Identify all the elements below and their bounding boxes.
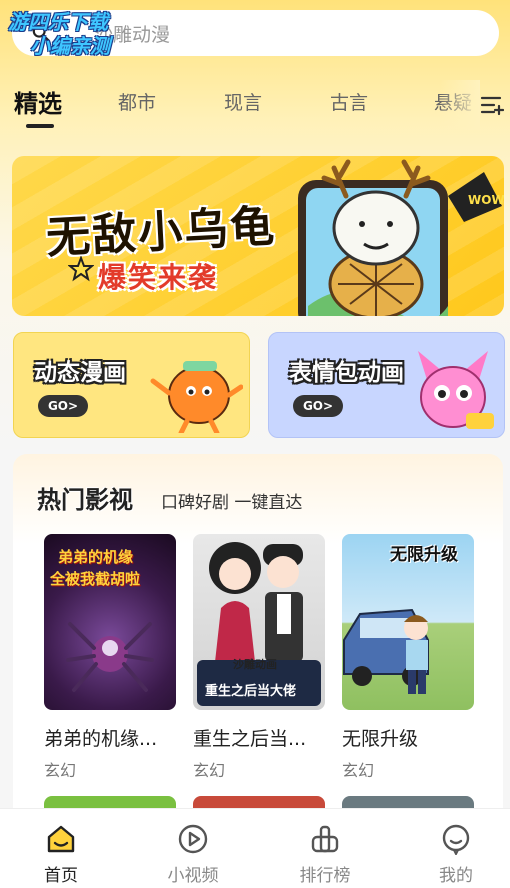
bottom-navigation: 首页 小视频 排行榜 我的 (0, 808, 510, 888)
category-card-title: 表情包动画 (289, 360, 404, 386)
home-icon (47, 825, 75, 853)
tab-indicator (26, 124, 54, 128)
book-genre: 玄幻 (44, 761, 77, 780)
go-button[interactable]: GO> (293, 395, 343, 417)
book-card[interactable]: 沙雕动画 重生之后当大佬 重生之后当... 玄幻 (193, 534, 325, 781)
tab-modern-romance[interactable]: 现言 (224, 88, 262, 115)
nav-label: 首页 (44, 866, 78, 886)
banner-subtitle: 爆笑来袭 (98, 261, 219, 294)
cover-text: 沙雕动画 (233, 658, 277, 671)
couple-illustration (209, 542, 303, 662)
book-genre: 玄幻 (193, 761, 226, 780)
cover-text: 无限升级 (390, 545, 458, 565)
category-card-meme-animation[interactable]: 表情包动画 GO> (268, 332, 505, 438)
book-cover[interactable]: 无限升级 (342, 534, 474, 710)
nav-ranking[interactable]: 排行榜 (285, 809, 365, 888)
nav-home[interactable]: 首页 (21, 809, 101, 888)
category-card-title: 动态漫画 (34, 360, 126, 386)
star-icon (68, 256, 94, 282)
hot-section: 热门影视 口碑好剧 一键直达 弟弟的机缘 全被我截胡啦 弟弟的机缘... 玄幻 (13, 454, 503, 834)
cover-text: 重生之后当大佬 (205, 684, 297, 699)
svg-text:WOW: WOW (468, 193, 504, 207)
tab-ancient-romance[interactable]: 古言 (330, 88, 368, 115)
nav-label: 我的 (439, 866, 473, 886)
nav-label: 小视频 (167, 866, 219, 886)
book-genre: 玄幻 (342, 761, 375, 780)
hot-section-subtitle: 口碑好剧 一键直达 (161, 493, 303, 513)
profile-icon (442, 824, 470, 855)
menu-more-icon[interactable] (480, 94, 504, 116)
banner-title: 无敌小乌龟 (45, 201, 278, 264)
book-card[interactable]: 无限升级 无限升级 玄幻 (342, 534, 474, 781)
watermark-logo: 游四乐下载 小编亲测 (8, 10, 110, 58)
tab-fade (440, 80, 480, 130)
nav-profile[interactable]: 我的 (416, 809, 496, 888)
pink-mascot-illustration (418, 351, 494, 429)
watermark-line1: 游四乐下载 (8, 10, 108, 34)
orange-mascot-illustration (150, 361, 243, 433)
watermark-line2: 小编亲测 (30, 34, 110, 58)
turtle-mascot-illustration: WOW (298, 159, 504, 316)
nav-label: 排行榜 (299, 866, 351, 886)
tab-featured[interactable]: 精选 (14, 84, 62, 119)
hot-section-title: 热门影视 (37, 486, 133, 514)
category-card-animated-comics[interactable]: 动态漫画 GO> (13, 332, 250, 438)
book-cover[interactable]: 沙雕动画 重生之后当大佬 (193, 534, 325, 710)
ranking-icon (311, 825, 339, 853)
promo-banner[interactable]: 无敌小乌龟 爆笑来袭 WOW (12, 156, 504, 316)
spider-illustration (66, 622, 154, 692)
go-button[interactable]: GO> (38, 395, 88, 417)
book-title: 重生之后当... (193, 728, 307, 750)
book-title: 无限升级 (342, 728, 419, 750)
cover-text: 全被我截胡啦 (50, 570, 141, 588)
book-title: 弟弟的机缘... (44, 728, 158, 750)
tab-urban[interactable]: 都市 (118, 88, 156, 115)
book-card[interactable]: 弟弟的机缘 全被我截胡啦 弟弟的机缘... 玄幻 (44, 534, 176, 781)
cover-text: 弟弟的机缘 (58, 548, 134, 566)
car-boy-illustration (343, 608, 429, 694)
nav-short-video[interactable]: 小视频 (153, 809, 233, 888)
book-cover[interactable]: 弟弟的机缘 全被我截胡啦 (44, 534, 176, 710)
play-icon (178, 824, 208, 854)
category-tabs: 精选 都市 现言 古言 悬疑 (0, 80, 510, 130)
